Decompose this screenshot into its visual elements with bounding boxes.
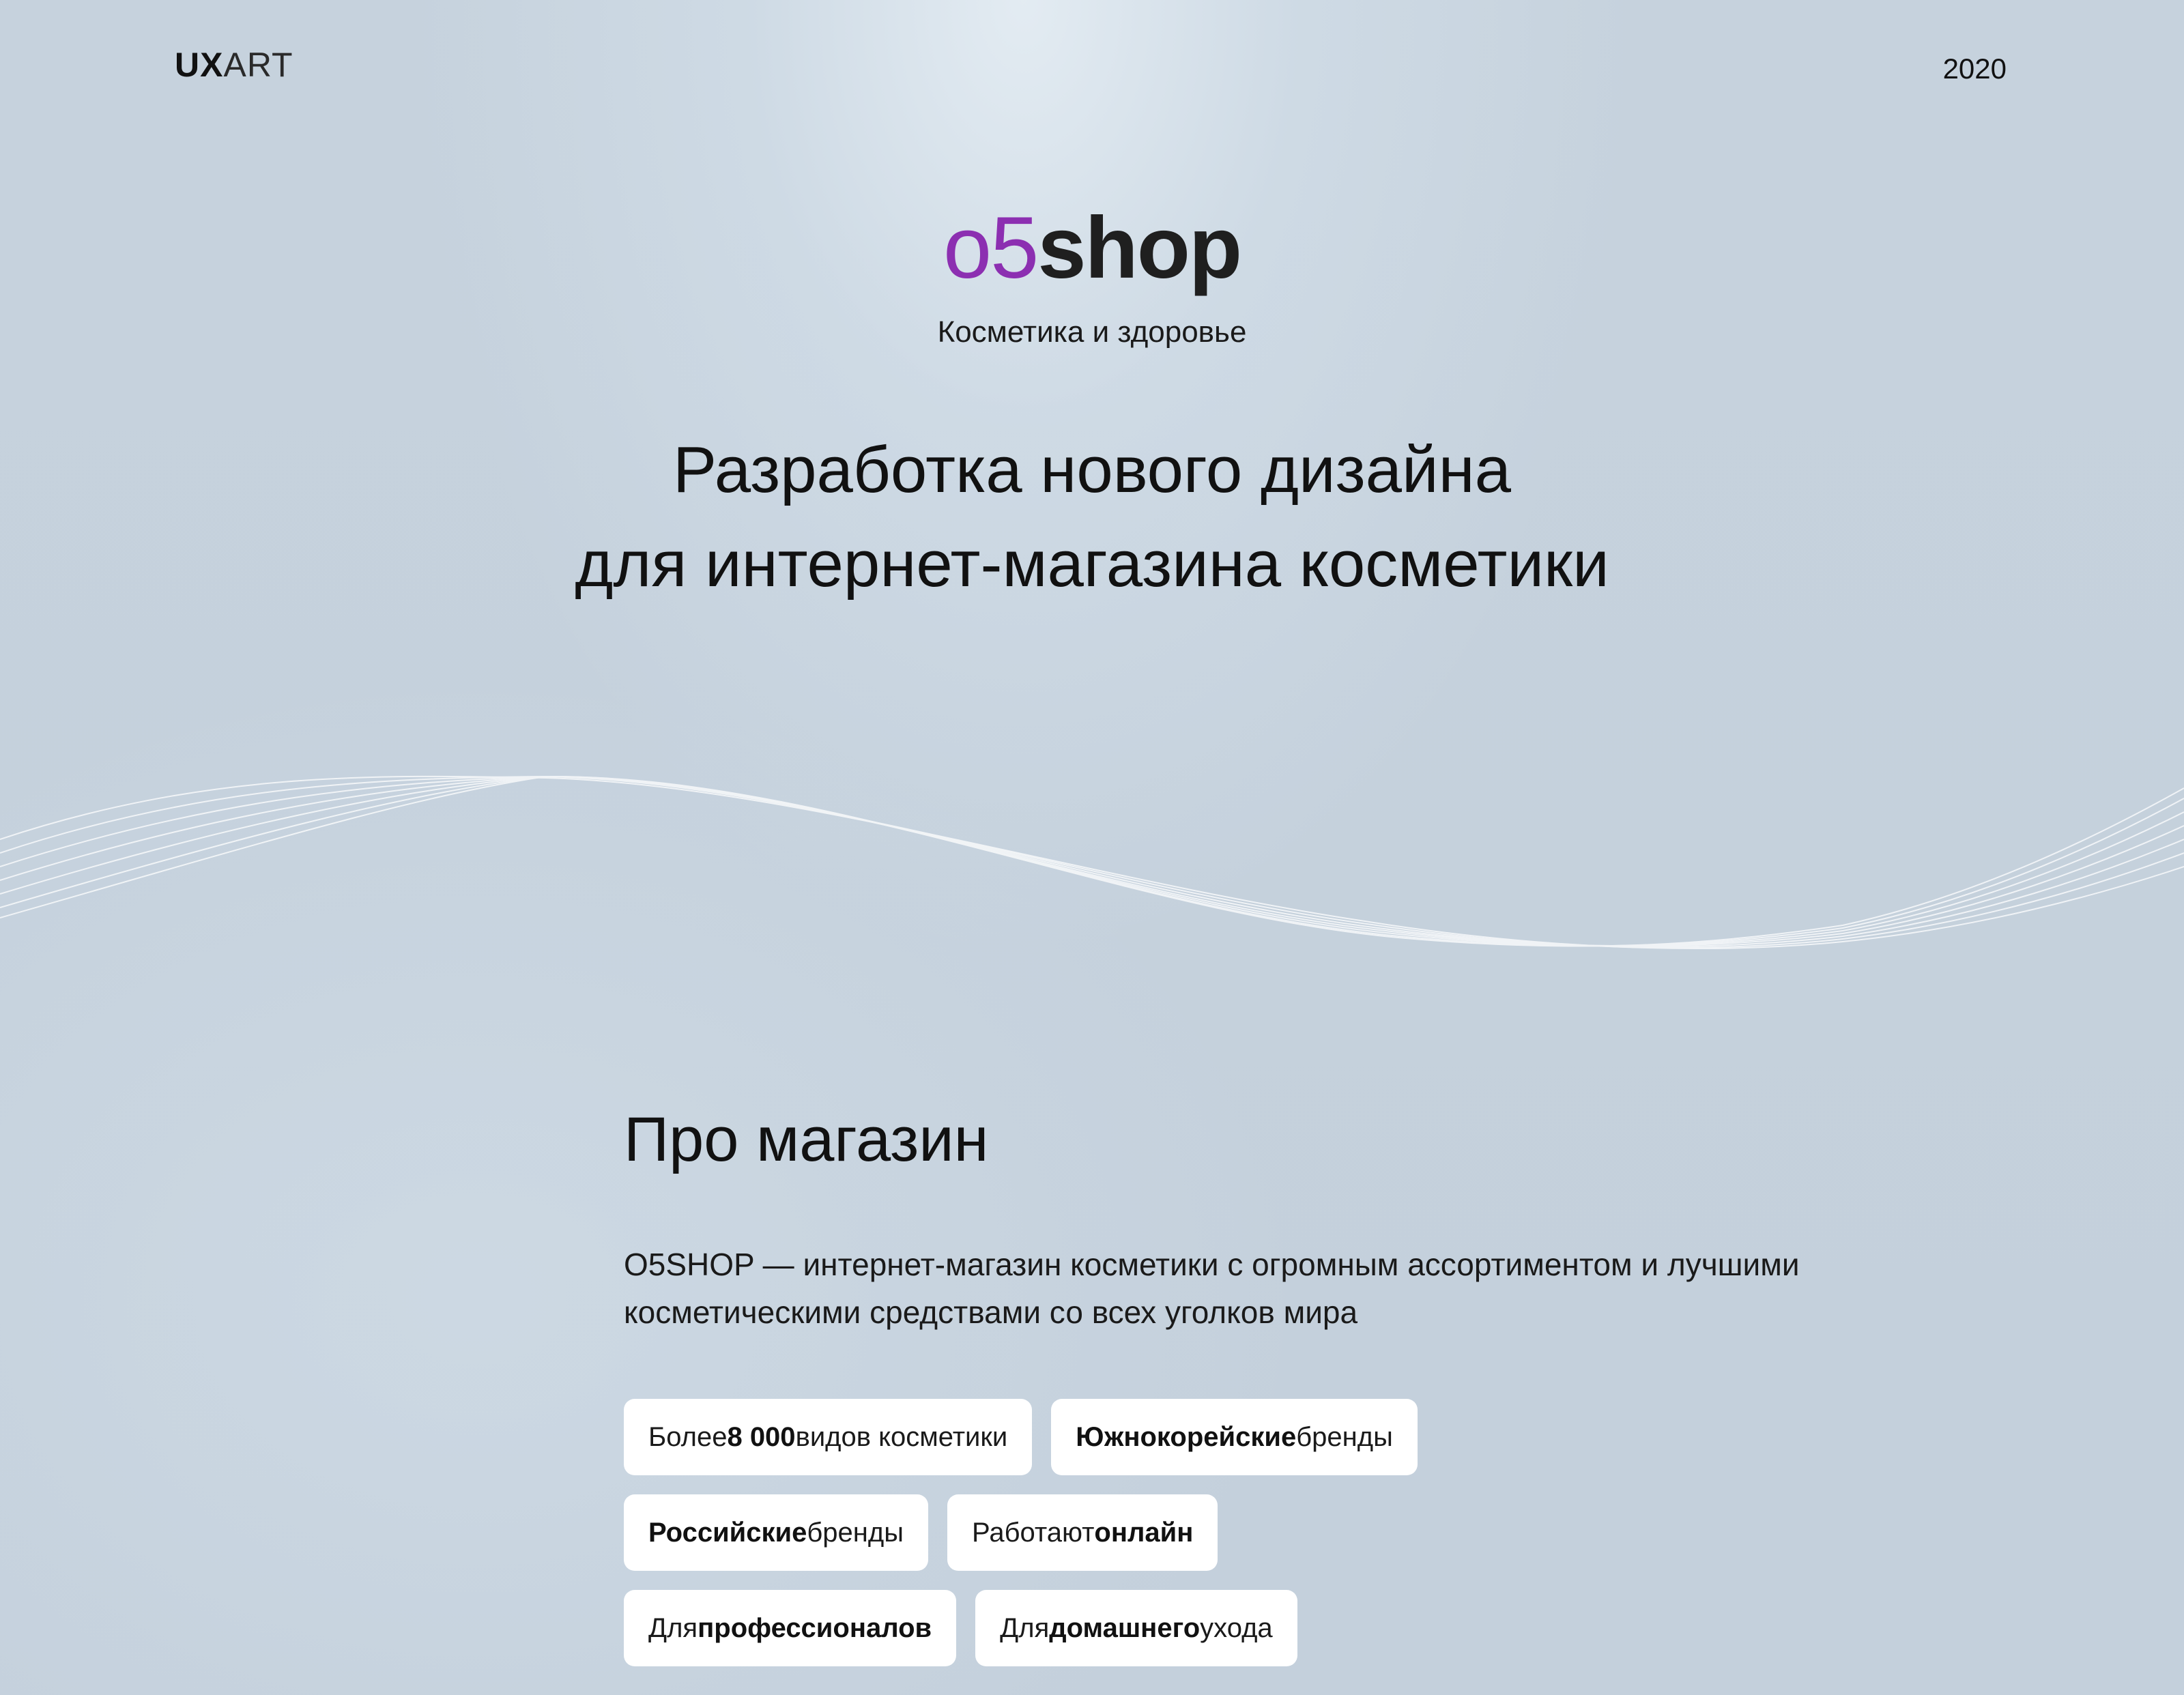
page-headline: Разработка нового дизайна для интернет-м… — [0, 423, 2184, 611]
logo-light-part: ART — [223, 46, 293, 84]
logo-bold-part: UX — [175, 46, 224, 84]
chip-row: Российские бренды Работают онлайн — [624, 1494, 1579, 1571]
brand-name-rest: shop — [1037, 199, 1242, 297]
o5shop-logo: o5shop — [0, 205, 2184, 292]
feature-chip: Более 8 000 видов косметики — [624, 1399, 1033, 1475]
feature-chip: Работают онлайн — [947, 1494, 1218, 1571]
uxart-logo: UXART — [175, 48, 293, 82]
brand-tagline: Косметика и здоровье — [937, 315, 1247, 349]
chip-row: Для профессионалов Для домашнего ухода — [624, 1590, 1579, 1666]
feature-chip: Для домашнего ухода — [975, 1590, 1297, 1666]
decorative-waves — [0, 775, 2184, 949]
year-label: 2020 — [1942, 53, 2007, 85]
headline-line-2: для интернет-магазина косметики — [575, 527, 1609, 600]
brand-name: o5shop — [943, 205, 1242, 292]
headline-line-1: Разработка нового дизайна — [672, 433, 1512, 506]
chip-row: Более 8 000 видов косметики Южнокорейски… — [624, 1399, 1579, 1475]
feature-chips: Более 8 000 видов косметики Южнокорейски… — [624, 1399, 1579, 1685]
feature-chip: Южнокорейские бренды — [1051, 1399, 1418, 1475]
feature-chip: Для профессионалов — [624, 1590, 957, 1666]
brand-name-accent: o5 — [943, 199, 1039, 297]
about-section-description: O5SHOP — интернет-магазин косметики с ог… — [624, 1247, 1800, 1330]
about-section-title: Про магазин — [624, 1105, 989, 1174]
feature-chip: Российские бренды — [624, 1494, 928, 1571]
